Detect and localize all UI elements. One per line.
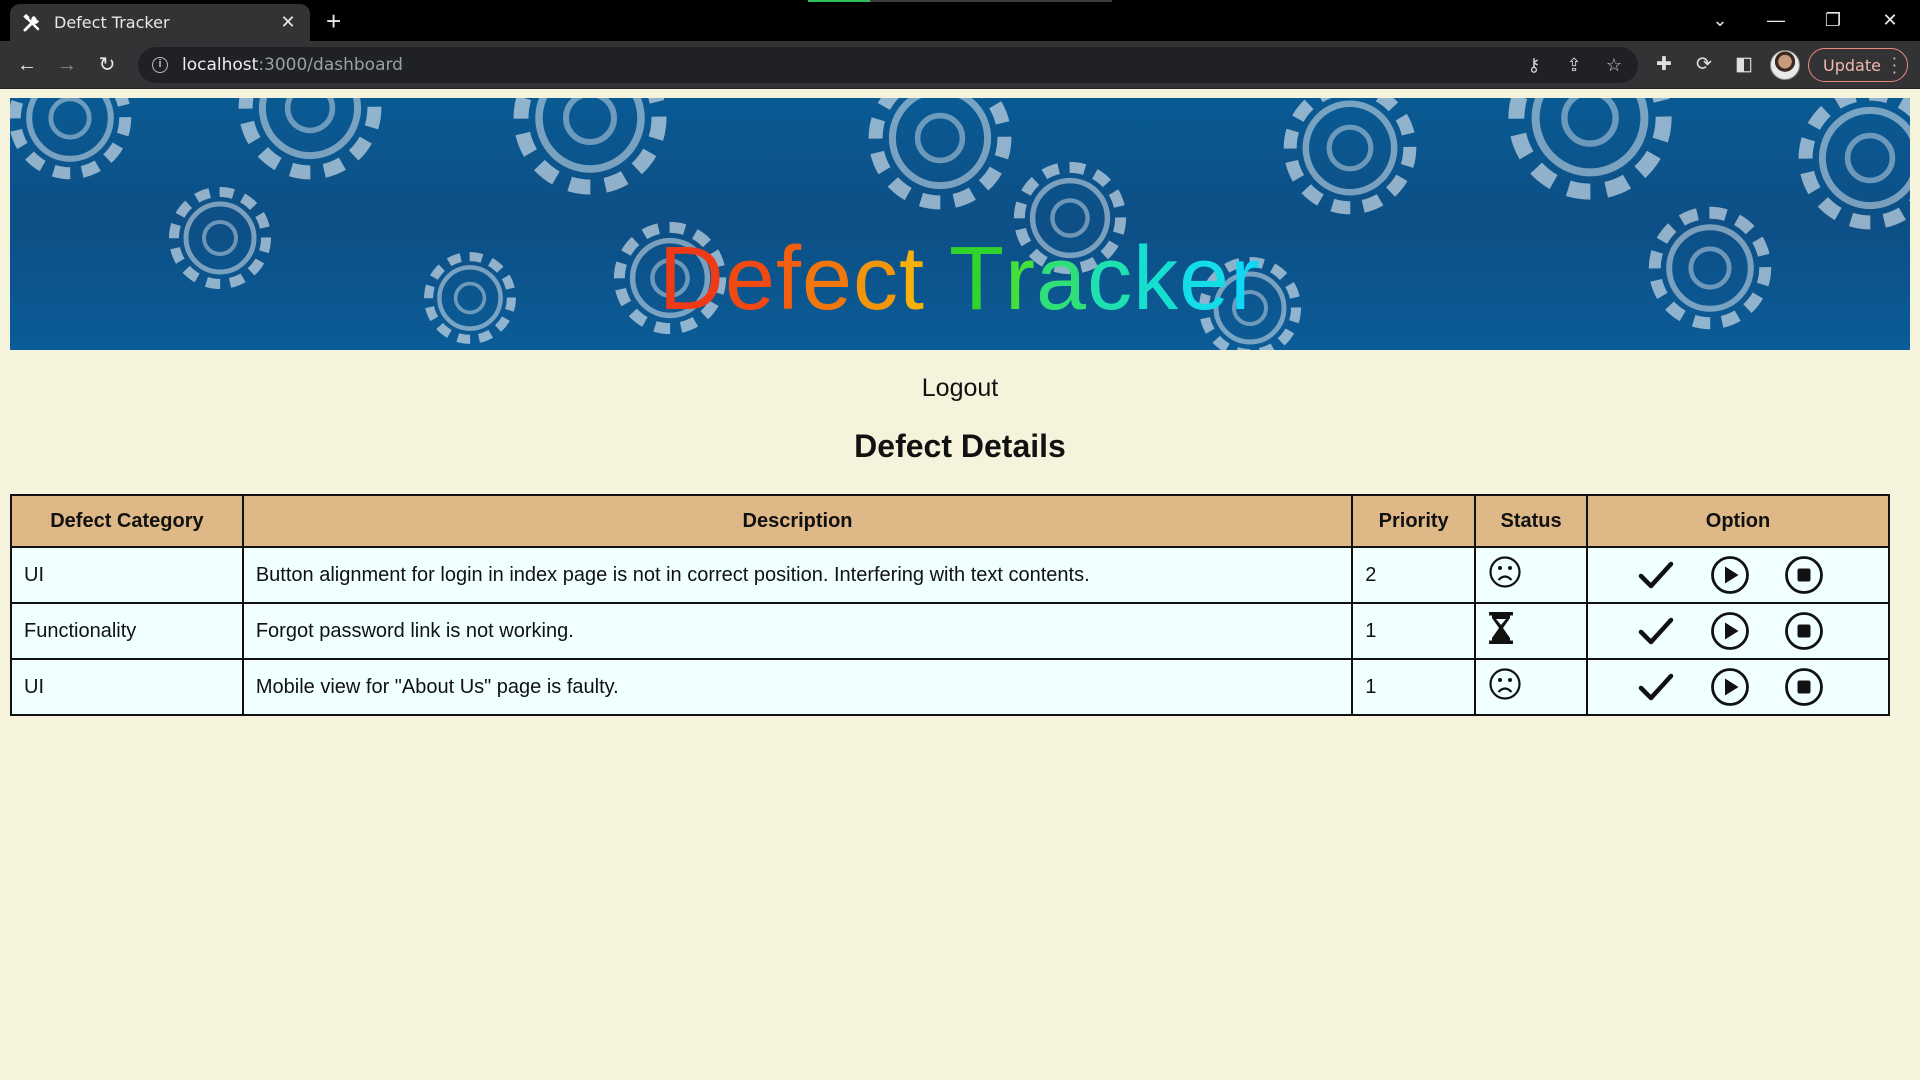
table-row: UI Mobile view for "About Us" page is fau… [10, 658, 1890, 716]
section-title: Defect Details [854, 428, 1066, 464]
play-icon[interactable] [1710, 555, 1750, 595]
checkmark-icon[interactable] [1636, 611, 1676, 651]
stop-icon[interactable] [1784, 667, 1824, 707]
hourglass-icon [1488, 611, 1514, 645]
reload-icon[interactable]: ↻ [93, 51, 121, 79]
table-header-row: Defect Category Description Priority Sta… [10, 494, 1890, 548]
header-option: Option [1586, 494, 1890, 548]
play-icon[interactable] [1710, 667, 1750, 707]
tab-title: Defect Tracker [54, 13, 170, 32]
browser-titlebar: Defect Tracker ✕ + ⌄ — ❐ ✕ [0, 0, 1920, 41]
sad-face-icon [1488, 667, 1522, 701]
play-icon[interactable] [1710, 611, 1750, 651]
header-defect-category: Defect Category [10, 494, 244, 548]
cell-category: UI [10, 546, 244, 604]
stop-icon[interactable] [1784, 611, 1824, 651]
restore-icon[interactable]: ❐ [1813, 6, 1853, 34]
forward-icon[interactable]: → [53, 51, 81, 79]
close-tab-icon[interactable]: ✕ [278, 12, 298, 33]
menu-dots-icon[interactable]: · · · [1892, 51, 1897, 81]
logout-link[interactable]: Logout [0, 374, 1920, 403]
side-panel-icon[interactable]: ◧ [1730, 51, 1758, 79]
share-icon[interactable]: ⇪ [1562, 53, 1586, 77]
loading-indicator [808, 0, 1112, 2]
url-host: localhost [182, 55, 259, 75]
sad-face-icon [1488, 555, 1522, 589]
update-label: Update [1823, 55, 1881, 75]
tab-search-icon[interactable]: ⌄ [1700, 6, 1740, 34]
cell-description: Forgot password link is not working. [241, 602, 1354, 660]
banner-title-word: Defect [658, 229, 926, 329]
header-description: Description [241, 494, 1354, 548]
cell-category: UI [10, 658, 244, 716]
cell-category: Functionality [10, 602, 244, 660]
cell-status [1474, 602, 1589, 660]
tools-icon [23, 13, 40, 31]
defects-table: Defect Category Description Priority Sta… [10, 494, 1890, 716]
site-info-icon[interactable]: i [152, 57, 168, 73]
table-row: UI Button alignment for login in index pa… [10, 546, 1890, 604]
cell-option [1586, 658, 1890, 716]
stop-icon[interactable] [1784, 555, 1824, 595]
header-status: Status [1474, 494, 1589, 548]
banner: Defect Tracker [10, 98, 1910, 350]
browser-toolbar: ← → ↻ i localhost:3000/dashboard ⚷ ⇪ ☆ ✚… [0, 41, 1920, 89]
back-icon[interactable]: ← [13, 51, 41, 79]
new-tab-icon[interactable]: + [326, 8, 341, 34]
url-path: :3000/dashboard [258, 55, 403, 75]
banner-title-word: Tracker [949, 229, 1262, 329]
table-row: Functionality Forgot password link is not… [10, 602, 1890, 660]
cell-priority: 1 [1351, 602, 1477, 660]
minimize-icon[interactable]: — [1756, 6, 1796, 34]
checkmark-icon[interactable] [1636, 667, 1676, 707]
cell-option [1586, 602, 1890, 660]
avatar[interactable] [1770, 50, 1800, 80]
update-button[interactable]: Update · · · [1808, 48, 1908, 82]
cell-description: Mobile view for "About Us" page is fault… [241, 658, 1354, 716]
cell-status [1474, 658, 1589, 716]
extensions-icon[interactable]: ✚ [1650, 51, 1678, 79]
key-icon[interactable]: ⚷ [1522, 53, 1546, 77]
cell-option [1586, 546, 1890, 604]
address-bar[interactable]: i localhost:3000/dashboard ⚷ ⇪ ☆ [138, 47, 1638, 83]
window-close-icon[interactable]: ✕ [1870, 6, 1910, 34]
banner-title: Defect Tracker [10, 228, 1910, 331]
checkmark-icon[interactable] [1636, 555, 1676, 595]
sync-icon[interactable]: ⟳ [1690, 51, 1718, 79]
cell-priority: 1 [1351, 658, 1477, 716]
cell-status [1474, 546, 1589, 604]
browser-tab[interactable]: Defect Tracker ✕ [10, 4, 310, 41]
cell-description: Button alignment for login in index page… [241, 546, 1354, 604]
header-priority: Priority [1351, 494, 1477, 548]
star-icon[interactable]: ☆ [1602, 53, 1626, 77]
cell-priority: 2 [1351, 546, 1477, 604]
